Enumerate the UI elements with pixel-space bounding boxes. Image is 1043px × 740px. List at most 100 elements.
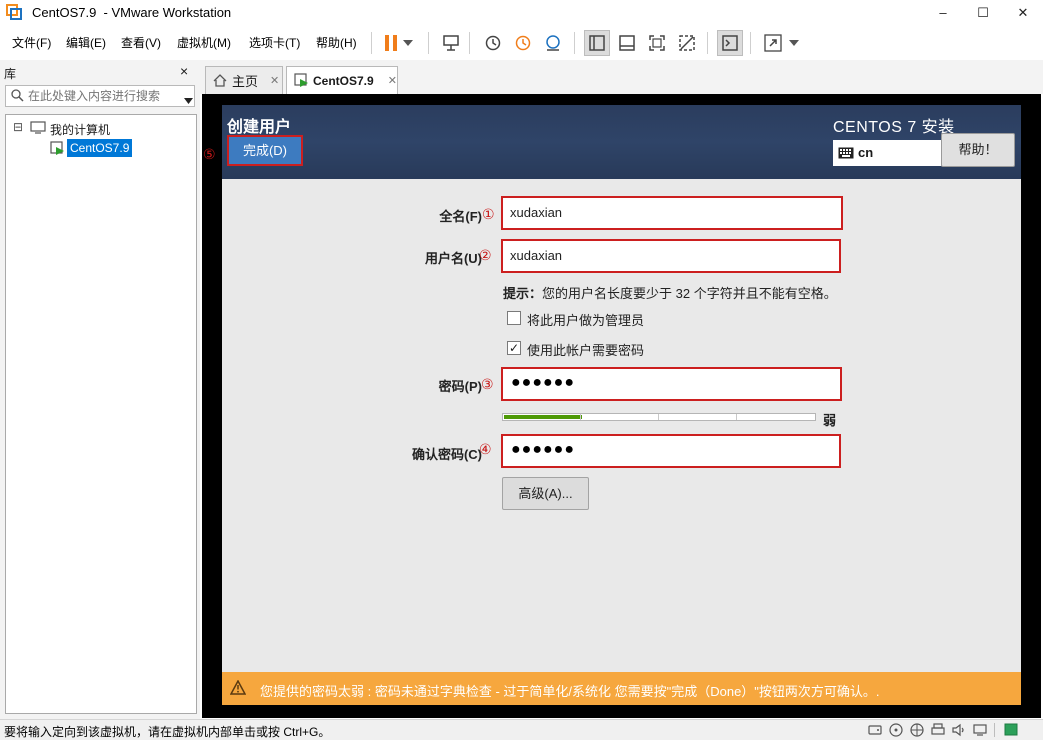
password-label: 密码(P) [438,379,482,394]
warning-bar: 您提供的密码太弱 : 密码未通过字典检查 - 过于简单化/系统化 您需要按"完成… [222,672,1021,705]
display-icon[interactable] [973,723,987,737]
messages-icon[interactable] [1004,723,1018,737]
computer-icon [30,121,46,137]
home-icon [213,74,227,87]
confirm-masked-value: ●●●●●● [511,441,575,458]
toolbar-separator [574,32,575,54]
fullname-marker: ① [482,206,495,222]
username-marker: ② [479,247,492,263]
vm-icon [294,73,309,88]
window-title: CentOS7.9 - VMware Workstation [32,5,232,20]
hard-disk-icon[interactable] [868,723,882,737]
toolbar-separator [707,32,708,54]
keyboard-layout-label: cn [858,145,874,160]
username-label: 用户名(U) [424,251,482,266]
password-strength-fill [504,415,582,419]
library-view-icon[interactable] [584,30,610,56]
username-hint: 提示：您的用户名长度要少于 32 个字符并且不能有空格。 [503,283,837,302]
tab-bar: 主页 ✕ CentOS7.9 ✕ [200,60,1043,94]
maximize-button[interactable]: ☐ [968,3,998,23]
search-icon [11,89,24,105]
confirm-password-label: 确认密码(C) [411,447,482,462]
keyboard-layout-indicator[interactable]: cn [833,140,943,166]
menu-file[interactable]: 文件(F) [12,34,51,51]
require-password-checkbox[interactable]: ✓ [507,341,521,355]
snapshot-icon[interactable] [480,30,506,56]
close-library-icon[interactable]: × [180,63,188,79]
require-password-label[interactable]: 使用此帐户需要密码 [527,340,644,359]
snapshot-manager-icon[interactable] [540,30,566,56]
confirm-password-field[interactable]: ●●●●●● [501,434,841,468]
chevron-down-icon[interactable] [184,93,193,107]
tab-home[interactable]: 主页 ✕ [205,66,283,94]
keyboard-icon [838,147,854,162]
username-field[interactable] [501,239,841,273]
stretch-guest-icon[interactable] [760,30,786,56]
tree-expander-icon[interactable]: ⊟ [13,120,23,134]
library-search-input[interactable] [28,89,176,103]
done-marker: ⑤ [203,146,216,162]
fullname-input[interactable] [510,205,810,220]
warning-message[interactable]: 您提供的密码太弱 : 密码未通过字典检查 - 过于简单化/系统化 您需要按"完成… [260,681,880,700]
menu-help[interactable]: 帮助(H) [316,34,357,51]
minimize-button[interactable]: – [928,3,958,23]
admin-checkbox-label[interactable]: 将此用户做为管理员 [527,310,644,329]
status-bar: 要将输入定向到该虚拟机，请在虚拟机内部单击或按 Ctrl+G。 [0,719,1043,740]
toolbar-separator [371,32,372,54]
username-input[interactable] [510,248,810,263]
advanced-button[interactable]: 高级(A)... [502,477,589,510]
printer-icon[interactable] [931,723,945,737]
tab-centos[interactable]: CentOS7.9 ✕ [286,66,398,94]
hint-text: 您的用户名长度要少于 32 个字符并且不能有空格。 [542,286,837,301]
revert-snapshot-icon[interactable] [510,30,536,56]
menu-view[interactable]: 查看(V) [121,34,161,51]
password-masked-value: ●●●●●● [511,374,575,391]
close-window-button[interactable]: ✕ [1008,3,1038,23]
library-search-box[interactable] [5,85,195,107]
console-view-icon[interactable] [717,30,743,56]
sound-icon[interactable] [952,723,966,737]
product-title: CENTOS 7 安装 [833,119,955,136]
fullname-field[interactable] [501,196,843,230]
menu-tabs[interactable]: 选项卡(T) [249,34,300,51]
full-screen-icon[interactable] [644,30,670,56]
menu-edit[interactable]: 编辑(E) [66,34,106,51]
admin-checkbox[interactable] [507,311,521,325]
help-button[interactable]: 帮助！ [941,133,1015,167]
close-tab-icon[interactable]: ✕ [388,74,397,87]
hint-prefix: 提示： [503,286,543,301]
cd-drive-icon[interactable] [889,723,903,737]
tree-item-centos[interactable]: CentOS7.9 [67,139,133,157]
toolbar-separator [428,32,429,54]
library-title: 库 [4,67,17,81]
password-strength-bar [502,413,816,421]
toolbar-separator [469,32,470,54]
vm-icon [50,141,65,159]
library-tree: ⊟ 我的计算机 CentOS7.9 [5,114,197,714]
network-icon[interactable] [910,723,924,737]
vmware-icon [6,4,22,20]
confirm-marker: ④ [479,441,492,457]
tree-item-my-computer[interactable]: 我的计算机 [50,121,110,138]
chevron-down-icon[interactable] [786,30,802,56]
warning-icon [229,679,247,698]
installer-header: 创建用户 完成(D) CENTOS 7 安装 cn 帮助！ [222,105,1021,179]
chevron-down-icon[interactable] [400,30,416,56]
done-button[interactable]: 完成(D) [227,135,303,166]
password-field[interactable]: ●●●●●● [501,367,842,401]
menu-toolbar: 文件(F) 编辑(E) 查看(V) 虚拟机(M) 选项卡(T) 帮助(H) [0,26,1043,58]
create-user-screen: 创建用户 完成(D) CENTOS 7 安装 cn 帮助！ 全名(F) ① 用户… [222,105,1021,705]
thumbnail-bar-icon[interactable] [614,30,640,56]
page-title: 创建用户 [227,119,292,136]
status-message: 要将输入定向到该虚拟机，请在虚拟机内部单击或按 Ctrl+G。 [4,725,331,739]
status-separator [994,723,995,737]
check-mark-icon: ✓ [508,341,520,355]
send-ctrl-alt-del-icon[interactable] [438,30,464,56]
strength-divider [658,414,659,420]
close-tab-icon[interactable]: ✕ [270,74,279,87]
strength-divider [580,414,581,420]
unity-icon[interactable] [674,30,700,56]
title-bar: CentOS7.9 - VMware Workstation – ☐ ✕ [0,0,1043,26]
fullname-label: 全名(F) [439,209,482,224]
menu-vm[interactable]: 虚拟机(M) [177,34,231,51]
